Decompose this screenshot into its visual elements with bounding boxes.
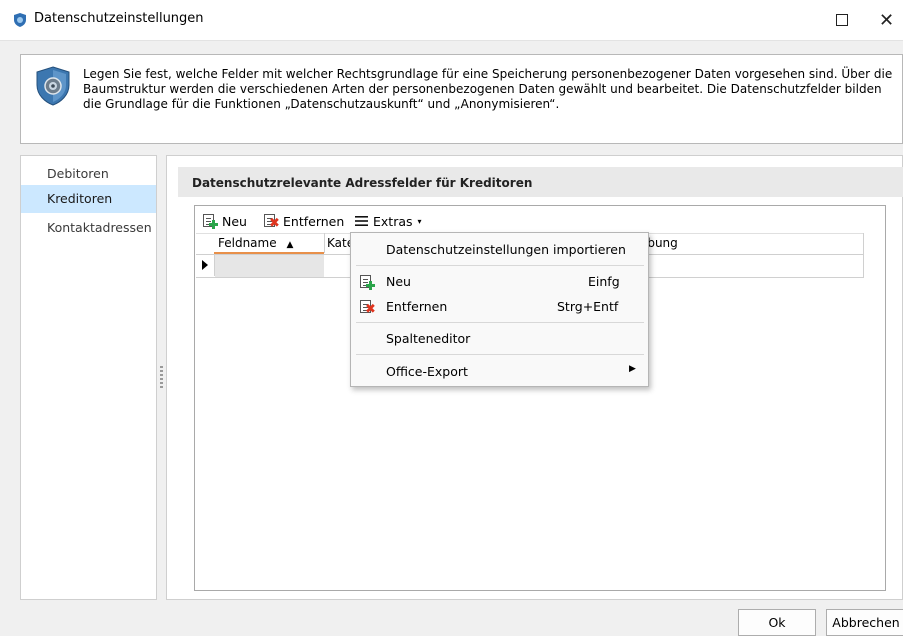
- column-divider: [863, 233, 864, 278]
- shield-icon: [14, 13, 26, 27]
- menu-separator: [356, 354, 644, 355]
- remove-row-icon: ✖: [359, 299, 376, 316]
- submenu-arrow-icon: ▶: [629, 364, 636, 374]
- column-header-feldname[interactable]: Feldname ▲: [218, 233, 325, 253]
- window-title: Datenschutzeinstellungen: [34, 11, 204, 26]
- row-pointer-icon: [202, 260, 208, 270]
- maximize-button[interactable]: [822, 6, 862, 34]
- remove-button-label: Entfernen: [283, 213, 345, 229]
- maximize-icon: [836, 14, 848, 26]
- add-button-label: Neu: [222, 213, 247, 229]
- menu-shortcut-entfernen: Strg+Entf: [557, 299, 619, 314]
- extras-menu-button[interactable]: Extras ▾: [355, 211, 422, 231]
- menu-item-spalteneditor[interactable]: Spalteneditor: [386, 331, 470, 346]
- section-title: Datenschutzrelevante Adressfelder für Kr…: [192, 176, 533, 190]
- shield-icon: [36, 66, 70, 106]
- menu-item-import[interactable]: Datenschutzeinstellungen importieren: [386, 242, 626, 257]
- menu-item-office-export[interactable]: Office-Export: [386, 364, 468, 379]
- menu-shortcut-neu: Einfg: [588, 274, 620, 289]
- menu-item-entfernen[interactable]: Entfernen: [386, 299, 447, 314]
- menu-item-neu[interactable]: Neu: [386, 274, 411, 289]
- close-button[interactable]: ✕: [870, 6, 903, 34]
- cancel-button[interactable]: Abbrechen: [826, 609, 903, 636]
- menu-separator: [356, 322, 644, 323]
- row-indicator[interactable]: [196, 254, 215, 276]
- sort-ascending-icon: ▲: [286, 240, 294, 250]
- column-header-beschreibung[interactable]: ibung: [644, 233, 678, 253]
- extras-button-label: Extras: [373, 213, 413, 229]
- tree-item-kontaktadressen[interactable]: Kontaktadressen: [21, 214, 156, 242]
- tree-item-debitoren[interactable]: Debitoren: [21, 160, 156, 188]
- sort-indicator: [214, 252, 324, 254]
- ok-button[interactable]: Ok: [738, 609, 816, 636]
- info-text: Legen Sie fest, welche Felder mit welche…: [83, 67, 893, 111]
- menu-lines-icon: [355, 213, 369, 229]
- category-tree: Debitoren Kreditoren Kontaktadressen: [20, 155, 157, 600]
- table-cell[interactable]: [215, 255, 324, 277]
- menu-separator: [356, 265, 644, 266]
- add-row-icon: [202, 213, 218, 229]
- column-header-label: Feldname: [218, 236, 277, 250]
- add-button[interactable]: Neu: [202, 211, 247, 231]
- splitter-handle[interactable]: [160, 366, 163, 390]
- chevron-down-icon: ▾: [417, 216, 422, 226]
- tree-item-kreditoren[interactable]: Kreditoren: [21, 185, 156, 213]
- remove-row-icon: ✖: [263, 213, 280, 230]
- add-row-icon: [359, 274, 375, 290]
- remove-button[interactable]: ✖ Entfernen: [263, 211, 344, 231]
